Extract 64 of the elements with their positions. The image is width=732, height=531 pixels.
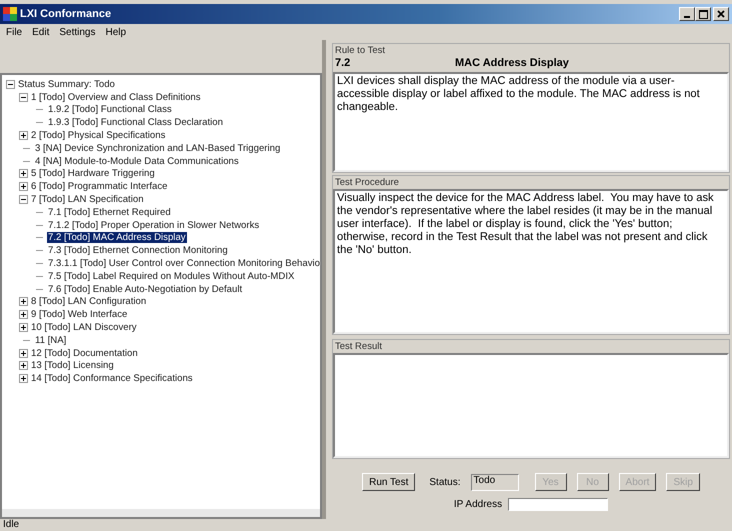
group-label: Rule to Test <box>334 44 386 57</box>
tree-item[interactable]: 7.1 [Todo] Ethernet Required <box>47 206 172 218</box>
rule-number: 7.2 <box>335 57 352 69</box>
tree-item[interactable]: 1 [Todo] Overview and Class Definitions <box>30 92 202 103</box>
expand-icon[interactable] <box>19 374 28 384</box>
tree-item[interactable]: 11 [NA] <box>34 334 68 346</box>
ip-address-label: IP Address <box>454 499 502 510</box>
status-label: Status: <box>429 476 461 488</box>
tree-item[interactable]: 10 [Todo] LAN Discovery <box>30 322 138 334</box>
menu-item[interactable]: Help <box>106 26 126 38</box>
tree-item[interactable]: 7.1.2 [Todo] Proper Operation in Slower Networks <box>47 220 260 231</box>
status-text: Idle <box>3 519 20 530</box>
expand-icon[interactable] <box>19 348 28 358</box>
menu-item[interactable]: Settings <box>59 26 96 38</box>
tree-item[interactable]: 3 [NA] Device Synchronization and LAN-Based Triggering <box>34 142 282 154</box>
tree-item[interactable]: 1.9.2 [Todo] Functional Class <box>47 104 173 116</box>
tree-item[interactable]: 14 [Todo] Conformance Specifications <box>30 373 194 384</box>
expand-icon[interactable] <box>19 131 28 140</box>
tree-item[interactable]: 7 [Todo] LAN Specification <box>30 194 145 206</box>
tree-item[interactable]: 7.5 [Todo] Label Required on Modules Without Auto-MDIX <box>47 270 296 282</box>
procedure-text-area[interactable] <box>333 189 729 334</box>
button[interactable]: Run Test <box>362 473 416 491</box>
group-label: Test Procedure <box>334 176 400 189</box>
expand-icon[interactable] <box>19 182 28 192</box>
minimize-button[interactable] <box>679 7 695 21</box>
tree-item[interactable]: 4 [NA] Module-to-Module Data Communications <box>34 156 240 167</box>
expand-icon[interactable] <box>19 169 28 178</box>
horizontal-scrollbar[interactable] <box>0 509 322 519</box>
collapse-icon[interactable] <box>6 80 15 89</box>
tree-item[interactable]: 12 [Todo] Documentation <box>30 348 139 359</box>
collapse-icon[interactable] <box>19 195 28 204</box>
expand-icon[interactable] <box>19 323 28 332</box>
menu-item[interactable]: File <box>6 26 22 38</box>
group-label: Test Result <box>334 340 383 353</box>
maximize-button[interactable] <box>695 7 711 21</box>
status-field: Todo <box>470 474 519 490</box>
app-icon <box>3 7 17 21</box>
tree-item[interactable]: 7.3 [Todo] Ethernet Connection Monitoring <box>47 245 229 256</box>
collapse-icon[interactable] <box>19 92 28 102</box>
close-button[interactable] <box>713 7 729 21</box>
tree-item[interactable]: 1.9.3 [Todo] Functional Class Declaration <box>47 117 224 128</box>
tree-item[interactable]: 2 [Todo] Physical Specifications <box>30 130 166 142</box>
ip-address-field[interactable] <box>508 498 608 511</box>
tree-item[interactable]: 6 [Todo] Programmatic Interface <box>30 181 169 192</box>
procedure-text: Visually inspect the device for the MAC Address label. You may have to ask the vendor's representative where the label resides (it may be in the manual user interface). If the label or display is found, click the 'Yes' button; otherwise, record in the Test Result that the label was not present and click the 'No' button. <box>337 192 715 256</box>
close-icon <box>717 10 725 18</box>
tree-item[interactable]: 9 [Todo] Web Interface <box>30 309 128 320</box>
expand-icon[interactable] <box>19 297 28 306</box>
tree-item[interactable]: 7.2 [Todo] MAC Address Display <box>47 232 187 244</box>
tree-item[interactable]: 8 [Todo] LAN Configuration <box>30 296 148 308</box>
rule-text: LXI devices shall display the MAC address of the module via a user-accessible display or label affixed to the module. The MAC address is not changeable. <box>337 75 700 113</box>
maximize-icon <box>698 10 708 18</box>
expand-icon[interactable] <box>19 310 28 320</box>
rule-title: MAC Address Display <box>455 57 569 69</box>
rule-text-area[interactable]: LXI devices shall display the MAC address of the module via a user-accessible display or label affixed to the module. The MAC address is not changeable. <box>333 72 729 172</box>
tree-item[interactable]: 7.6 [Todo] Enable Auto-Negotiation by Default <box>47 284 244 295</box>
expand-icon[interactable] <box>19 361 28 370</box>
tree-item[interactable]: Status Summary: Todo <box>17 78 116 90</box>
tree-item[interactable]: 7.3.1.1 [Todo] User Control over Connection Monitoring Behavio <box>47 258 320 270</box>
result-text-area[interactable] <box>333 353 729 458</box>
window-title: LXI Conformance <box>20 8 112 20</box>
tree-item[interactable]: 5 [Todo] Hardware Triggering <box>30 168 156 180</box>
menu-item[interactable]: Edit <box>32 26 50 38</box>
tree-item[interactable]: 13 [Todo] Licensing <box>30 360 115 372</box>
